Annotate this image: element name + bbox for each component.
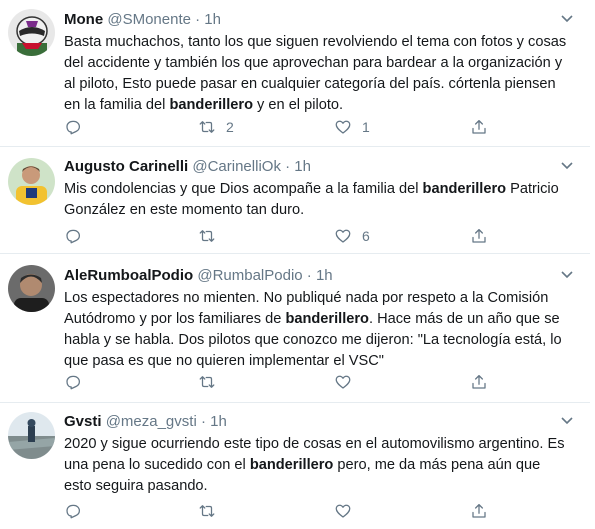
chevron-down-icon[interactable]: [560, 161, 574, 171]
tweet-actions: [64, 371, 494, 393]
tweet-actions: [64, 500, 494, 522]
like-icon: [335, 120, 351, 134]
like-icon: [335, 504, 351, 518]
separator-dot: ·: [285, 158, 291, 175]
tweet-header: Mone @SMonente · 1h: [64, 10, 221, 30]
retweet-icon: [199, 230, 215, 242]
share-icon: [472, 119, 486, 134]
tweet-actions: 6: [64, 225, 494, 247]
avatar-image-helmet: [8, 9, 55, 56]
user-handle[interactable]: @meza_gvsti: [106, 413, 197, 430]
like-count: 6: [362, 228, 370, 244]
like-button[interactable]: 1: [334, 116, 370, 138]
highlighted-keyword: banderillero: [169, 97, 253, 113]
reply-icon: [66, 504, 81, 519]
user-handle[interactable]: @SMonente: [107, 11, 191, 28]
like-icon: [335, 375, 351, 389]
reply-button[interactable]: [64, 116, 92, 138]
reply-button[interactable]: [64, 371, 92, 393]
tweet-header: Gvsti @meza_gvsti · 1h: [64, 412, 227, 432]
user-handle[interactable]: @RumbalPodio: [197, 267, 302, 284]
like-button[interactable]: 6: [334, 225, 370, 247]
tweet-text: Basta muchachos, tanto los que siguen re…: [64, 32, 570, 116]
like-count: 1: [362, 119, 370, 135]
tweet-text-part: y en el piloto.: [253, 97, 344, 113]
chevron-down-icon[interactable]: [560, 270, 574, 280]
avatar[interactable]: [8, 265, 55, 312]
avatar[interactable]: [8, 412, 55, 459]
avatar[interactable]: [8, 9, 55, 56]
retweet-button[interactable]: 2: [198, 116, 234, 138]
tweet-text: 2020 y sigue ocurriendo este tipo de cos…: [64, 434, 570, 497]
display-name[interactable]: Mone: [64, 11, 103, 28]
retweet-icon: [199, 121, 215, 133]
avatar-image-person: [8, 265, 55, 312]
display-name[interactable]: Gvsti: [64, 413, 102, 430]
avatar-image-person: [8, 158, 55, 205]
share-icon: [472, 228, 486, 243]
avatar[interactable]: [8, 158, 55, 205]
display-name[interactable]: AleRumboalPodio: [64, 267, 193, 284]
highlighted-keyword: banderillero: [249, 457, 334, 473]
tweet-header: Augusto Carinelli @CarinelliOk · 1h: [64, 157, 311, 177]
separator-dot: ·: [200, 413, 206, 430]
timestamp[interactable]: 1h: [210, 413, 227, 430]
tweet-3[interactable]: AleRumboalPodio @RumbalPodio · 1h Los es…: [0, 254, 590, 403]
chevron-down-icon[interactable]: [560, 416, 574, 426]
timestamp[interactable]: 1h: [294, 158, 311, 175]
chevron-down-icon[interactable]: [560, 14, 574, 24]
reply-button[interactable]: [64, 225, 92, 247]
separator-dot: ·: [306, 267, 312, 284]
retweet-button[interactable]: [198, 371, 226, 393]
reply-icon: [66, 229, 81, 244]
retweet-button[interactable]: [198, 500, 226, 522]
highlighted-keyword: banderillero: [285, 311, 369, 327]
tweet-4[interactable]: Gvsti @meza_gvsti · 1h 2020 y sigue ocur…: [0, 403, 590, 529]
reply-icon: [66, 120, 81, 135]
retweet-icon: [199, 376, 215, 388]
tweet-2[interactable]: Augusto Carinelli @CarinelliOk · 1h Mis …: [0, 147, 590, 254]
separator-dot: ·: [195, 11, 201, 28]
tweet-feed: Mone @SMonente · 1h Basta muchachos, tan…: [0, 0, 595, 529]
reply-icon: [66, 375, 81, 390]
retweet-icon: [199, 505, 215, 517]
reply-button[interactable]: [64, 500, 92, 522]
display-name[interactable]: Augusto Carinelli: [64, 158, 188, 175]
share-button[interactable]: [470, 500, 488, 522]
share-button[interactable]: [470, 371, 488, 393]
share-button[interactable]: [470, 225, 488, 247]
tweet-text-part: Mis condolencias y que Dios acompañe a l…: [64, 181, 423, 197]
like-icon: [335, 229, 351, 243]
tweet-actions: 2 1: [64, 116, 494, 138]
share-icon: [472, 374, 486, 389]
avatar-image-landscape: [8, 412, 55, 459]
tweet-text: Mis condolencias y que Dios acompañe a l…: [64, 179, 570, 221]
tweet-1[interactable]: Mone @SMonente · 1h Basta muchachos, tan…: [0, 0, 590, 147]
tweet-text: Los espectadores no mienten. No publiqué…: [64, 288, 570, 372]
like-button[interactable]: [334, 371, 362, 393]
share-icon: [472, 503, 486, 518]
user-handle[interactable]: @CarinelliOk: [192, 158, 281, 175]
retweet-button[interactable]: [198, 225, 226, 247]
highlighted-keyword: banderillero: [422, 181, 507, 197]
timestamp[interactable]: 1h: [316, 267, 333, 284]
retweet-count: 2: [226, 119, 234, 135]
share-button[interactable]: [470, 116, 488, 138]
like-button[interactable]: [334, 500, 362, 522]
timestamp[interactable]: 1h: [204, 11, 221, 28]
tweet-header: AleRumboalPodio @RumbalPodio · 1h: [64, 266, 333, 286]
